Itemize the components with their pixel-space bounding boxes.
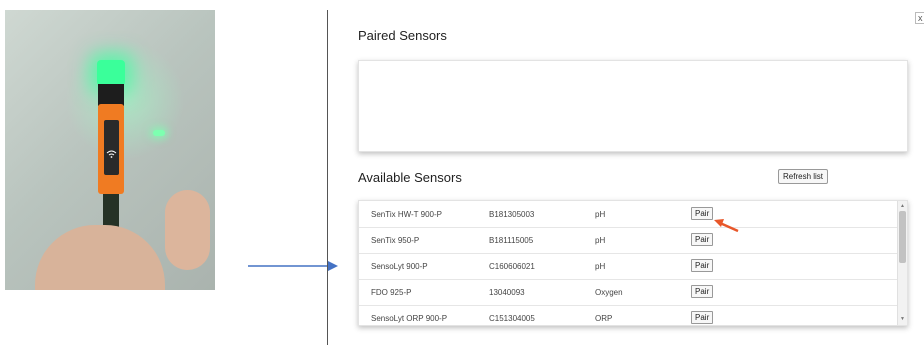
- sensor-name: SensoLyt 900-P: [371, 262, 428, 271]
- sensor-type: ORP: [595, 314, 613, 323]
- sensor-serial: C160606021: [489, 262, 535, 271]
- table-row: SenTix 950-P B181115005 pH Pair: [359, 227, 897, 254]
- device-led-cap: [97, 60, 125, 86]
- sensor-serial: B181305003: [489, 210, 535, 219]
- pointer-arrow-icon: [248, 261, 338, 271]
- sensor-type: pH: [595, 236, 606, 245]
- thumb: [165, 190, 210, 270]
- scroll-up-icon[interactable]: ▲: [900, 203, 905, 209]
- table-row: SensoLyt 900-P C160606021 pH Pair: [359, 253, 897, 280]
- sensor-serial: C151304005: [489, 314, 535, 323]
- table-row: SensoLyt ORP 900-P C151304005 ORP Pair: [359, 305, 897, 325]
- sensor-type: pH: [595, 210, 606, 219]
- table-row: FDO 925-P 13040093 Oxygen Pair: [359, 279, 897, 306]
- sensor-serial: B181115005: [489, 236, 534, 245]
- table-row: SenTix HW-T 900-P B181305003 pH Pair: [359, 201, 897, 228]
- scroll-down-icon[interactable]: ▼: [900, 316, 905, 322]
- sensor-type: pH: [595, 262, 606, 271]
- device-collar: [98, 84, 124, 106]
- available-sensors-heading: Available Sensors: [358, 170, 462, 185]
- annotation-arrow-icon: [714, 219, 739, 233]
- sensor-device-photo: [5, 10, 215, 290]
- pair-button[interactable]: Pair: [691, 233, 714, 246]
- wifi-icon: [104, 120, 119, 175]
- sensor-type: Oxygen: [595, 288, 623, 297]
- sensor-name: FDO 925-P: [371, 288, 412, 297]
- paired-sensors-list: [358, 60, 908, 152]
- pair-button[interactable]: Pair: [691, 311, 714, 324]
- led-glow: [65, 40, 185, 160]
- available-sensors-list: SenTix HW-T 900-P B181305003 pH Pair Sen…: [358, 200, 908, 326]
- led-reflection: [153, 130, 165, 136]
- scrollbar-thumb[interactable]: [899, 211, 906, 263]
- refresh-list-button[interactable]: Refresh list: [778, 169, 829, 184]
- sensor-name: SensoLyt ORP 900-P: [371, 314, 448, 323]
- close-button[interactable]: x: [915, 12, 924, 24]
- list-scrollbar[interactable]: ▲ ▼: [897, 201, 907, 325]
- dialog-divider: [327, 10, 328, 345]
- sensor-name: SenTix HW-T 900-P: [371, 210, 442, 219]
- pair-button[interactable]: Pair: [691, 285, 714, 298]
- paired-sensors-heading: Paired Sensors: [358, 28, 447, 43]
- sensor-name: SenTix 950-P: [371, 236, 420, 245]
- pair-button[interactable]: Pair: [691, 259, 714, 272]
- pair-button[interactable]: Pair: [691, 207, 714, 220]
- sensor-serial: 13040093: [489, 288, 525, 297]
- hand: [35, 225, 165, 290]
